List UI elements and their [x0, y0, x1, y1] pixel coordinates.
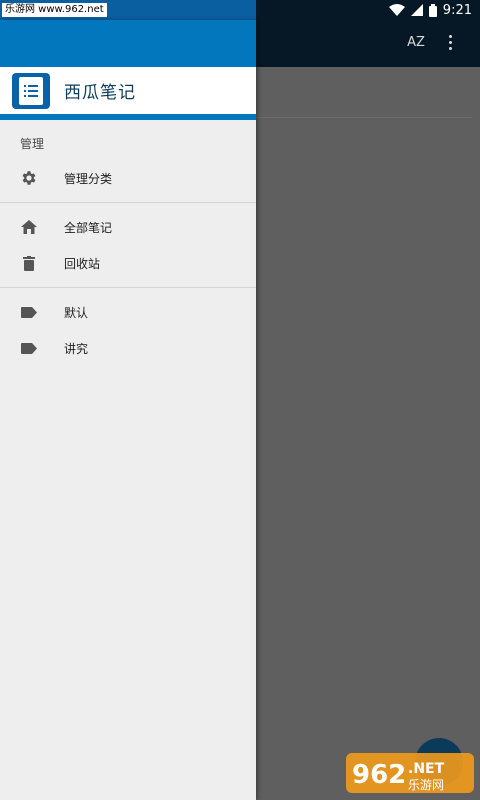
- tag-icon: [19, 338, 39, 358]
- drawer-divider: [0, 202, 256, 203]
- menu-item-label: 管理分类: [64, 171, 113, 186]
- status-time: 9:21: [442, 2, 472, 18]
- status-bar: 乐游网 www.962.net 9:21: [0, 0, 480, 20]
- menu-item-manage-categories[interactable]: 管理分类: [0, 160, 256, 196]
- signal-icon: [410, 4, 423, 16]
- navigation-drawer: 西瓜笔记 管理 管理分类 全部笔记 回收站 默认 讲究: [0, 20, 256, 800]
- app-logo: [12, 72, 50, 109]
- menu-item-trash[interactable]: 回收站: [0, 245, 256, 281]
- watermark-cn: 乐游网: [408, 778, 444, 792]
- drawer-header: 西瓜笔记: [0, 67, 256, 114]
- more-options-icon[interactable]: [440, 32, 460, 54]
- section-label-manage: 管理: [20, 137, 45, 151]
- menu-item-label: 回收站: [64, 256, 101, 271]
- menu-item-category-default[interactable]: 默认: [0, 294, 256, 330]
- gear-icon: [19, 168, 39, 188]
- watermark-logo: 962 .NET 乐游网: [342, 749, 478, 797]
- tag-icon: [19, 302, 39, 322]
- drawer-header-band: [0, 20, 256, 67]
- sort-az-icon[interactable]: AZ: [405, 32, 427, 54]
- menu-item-label: 默认: [64, 305, 89, 320]
- battery-icon: [428, 3, 437, 17]
- menu-item-all-notes[interactable]: 全部笔记: [0, 209, 256, 245]
- trash-icon: [19, 253, 39, 273]
- watermark-suffix: .NET: [408, 761, 445, 777]
- app-title: 西瓜笔记: [64, 83, 136, 103]
- home-icon: [19, 217, 39, 237]
- menu-item-label: 讲究: [64, 341, 89, 356]
- drawer-scrim[interactable]: [256, 67, 480, 800]
- wifi-icon: [388, 4, 405, 16]
- status-icons: 9:21: [388, 0, 472, 20]
- watermark-text: 乐游网 www.962.net: [2, 3, 107, 17]
- menu-item-label: 全部笔记: [64, 220, 113, 235]
- watermark-number: 962: [352, 760, 406, 790]
- menu-item-category-jiangjiu[interactable]: 讲究: [0, 330, 256, 366]
- content-divider: [256, 117, 472, 118]
- drawer-divider: [0, 287, 256, 288]
